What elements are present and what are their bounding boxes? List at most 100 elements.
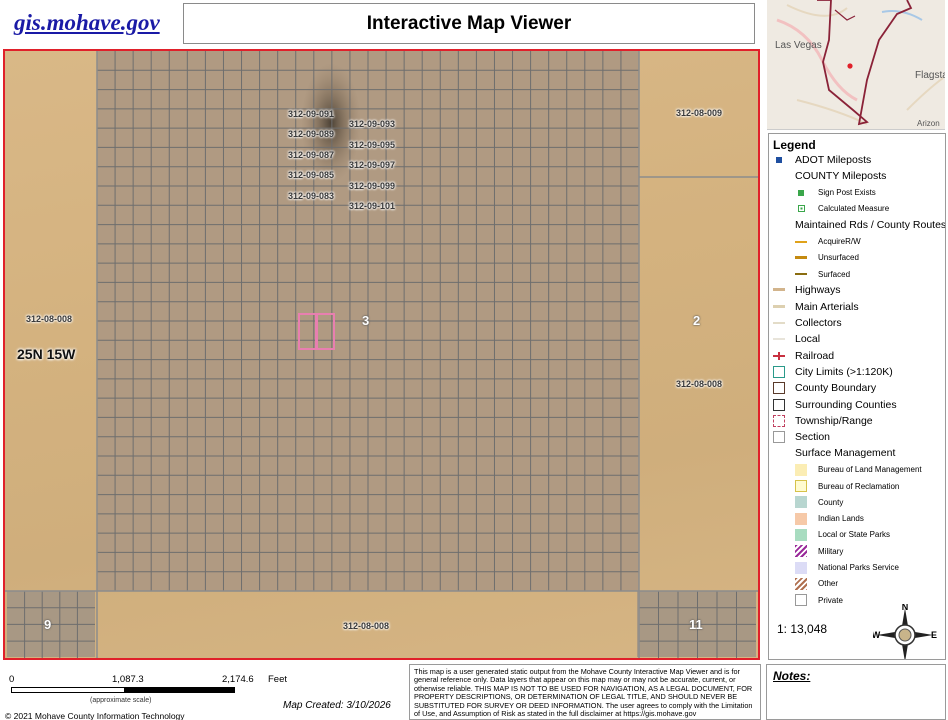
legend-label: Bureau of Reclamation xyxy=(818,481,900,491)
legend-label: Local xyxy=(795,333,821,346)
parcel-label: 312-08-008 xyxy=(343,621,390,631)
inset-label: Las Vegas xyxy=(775,40,822,51)
legend-panel: Legend ADOT Mileposts COUNTY Mileposts Sig… xyxy=(768,133,946,660)
legend-label: Main Arterials xyxy=(795,300,859,313)
scale-segment-black xyxy=(125,687,235,693)
legend-swatch xyxy=(795,577,807,590)
parcel-label: 312-09-099 xyxy=(349,181,396,191)
compass-w: W xyxy=(873,630,881,640)
legend-swatch xyxy=(795,528,807,541)
legend-row: National Parks Service xyxy=(769,561,945,575)
site-link[interactable]: gis.mohave.gov xyxy=(14,10,160,36)
legend-swatch xyxy=(795,240,807,243)
main-map[interactable]: 312-09-091 312-09-089 312-09-087 312-09-… xyxy=(3,49,760,660)
scale-tick-1: 1,087.3 xyxy=(112,674,144,685)
legend-label: County Boundary xyxy=(795,382,877,395)
parcel-label: 312-09-087 xyxy=(288,150,335,160)
legend-row: Surrounding Counties xyxy=(769,398,945,412)
inset-canvas xyxy=(767,0,945,129)
parcel-label: 312-09-093 xyxy=(349,119,396,129)
section-label: 11 xyxy=(689,617,703,632)
legend-label: Calculated Measure xyxy=(818,204,890,214)
legend-swatch xyxy=(795,594,807,607)
section-label: 9 xyxy=(44,617,52,632)
compass-e: E xyxy=(931,630,937,640)
scale-approx: (approximate scale) xyxy=(90,697,152,704)
section-label: 3 xyxy=(362,313,370,328)
legend-row: Surfaced xyxy=(769,267,945,281)
legend-swatch xyxy=(773,431,785,444)
legend-row: County Boundary xyxy=(769,381,945,395)
parcel-label: 312-09-095 xyxy=(349,140,396,150)
inset-label: Arizon xyxy=(917,119,940,128)
legend-row: City Limits (>1:120K) xyxy=(769,365,945,379)
legend-title: Legend xyxy=(773,138,816,152)
legend-label: Highways xyxy=(795,284,841,297)
legend-label: Surfaced xyxy=(818,269,851,279)
legend-row: Highways xyxy=(769,283,945,297)
legend-swatch xyxy=(795,545,807,558)
legend-row: Unsurfaced xyxy=(769,251,945,265)
legend-swatch xyxy=(773,382,785,395)
legend-swatch xyxy=(773,288,785,292)
legend-label: COUNTY Mileposts xyxy=(795,170,887,183)
legend-swatch xyxy=(798,204,805,212)
legend-row: Township/Range xyxy=(769,414,945,428)
scale-tick-0: 0 xyxy=(9,674,15,685)
notes-title: Notes: xyxy=(773,669,811,683)
scale-tick-2: 2,174.6 xyxy=(222,674,254,685)
legend-row: Surface Management xyxy=(769,446,945,460)
notes-panel: Notes: xyxy=(766,664,946,720)
legend-label: AcquireR/W xyxy=(818,237,861,246)
legend-row: ADOT Mileposts xyxy=(769,153,945,167)
parcel-label: 312-09-085 xyxy=(288,170,335,180)
scale-unit: Feet xyxy=(268,674,288,685)
legend-label: Collectors xyxy=(795,317,842,329)
legend-swatch xyxy=(773,398,785,411)
inset-label: Flagsta xyxy=(915,70,945,81)
legend-swatch xyxy=(773,304,785,308)
legend-label: Sign Post Exists xyxy=(818,188,876,198)
legend-label: Local or State Parks xyxy=(818,530,891,540)
legend-swatch xyxy=(776,157,782,163)
township-range-label: 25N 15W xyxy=(17,346,76,362)
legend-label: Private xyxy=(818,595,843,605)
legend-row: Indian Lands xyxy=(769,512,945,526)
legend-label: Railroad xyxy=(795,349,835,362)
legend-row: Other xyxy=(769,577,945,591)
inset-map: Las Vegas Flagsta Arizon xyxy=(767,0,945,130)
location-marker xyxy=(847,63,853,69)
legend-swatch xyxy=(773,365,785,378)
parcel-label: 312-09-101 xyxy=(349,201,396,211)
legend-swatch xyxy=(773,338,785,341)
parcel-label: 312-09-089 xyxy=(288,129,335,139)
map-created-date: Map Created: 3/10/2026 xyxy=(283,700,391,711)
legend-label: Other xyxy=(818,579,839,589)
legend-label: Bureau of Land Management xyxy=(818,465,922,475)
legend-label: Section xyxy=(795,431,831,444)
legend-swatch xyxy=(795,561,807,574)
section-label: 2 xyxy=(693,313,701,328)
legend-row: COUNTY Mileposts xyxy=(769,169,945,183)
legend-swatch xyxy=(795,463,807,476)
legend-label: Indian Lands xyxy=(818,514,864,524)
legend-row: Bureau of Land Management xyxy=(769,463,945,477)
legend-row: Sign Post Exists xyxy=(769,186,945,200)
parcel-label: 312-08-009 xyxy=(676,108,723,118)
legend-swatch xyxy=(795,273,807,276)
legend-row: County xyxy=(769,495,945,509)
legend-row: Section xyxy=(769,430,945,444)
legend-row: Main Arterials xyxy=(769,300,945,314)
legend-swatch xyxy=(795,255,807,259)
legend-row: Railroad xyxy=(769,349,945,363)
legend-label: National Parks Service xyxy=(818,563,899,572)
legend-label: Military xyxy=(818,546,844,556)
legend-label: Unsurfaced xyxy=(818,253,859,263)
legend-swatch xyxy=(795,512,807,525)
legend-swatch xyxy=(795,496,807,509)
legend-label: City Limits (>1:120K) xyxy=(795,365,893,378)
copyright: © 2021 Mohave County Information Technol… xyxy=(5,711,185,720)
legend-label: Township/Range xyxy=(795,414,873,427)
disclaimer: This map is a user generated static outp… xyxy=(409,664,761,720)
legend-row: Collectors xyxy=(769,316,945,330)
